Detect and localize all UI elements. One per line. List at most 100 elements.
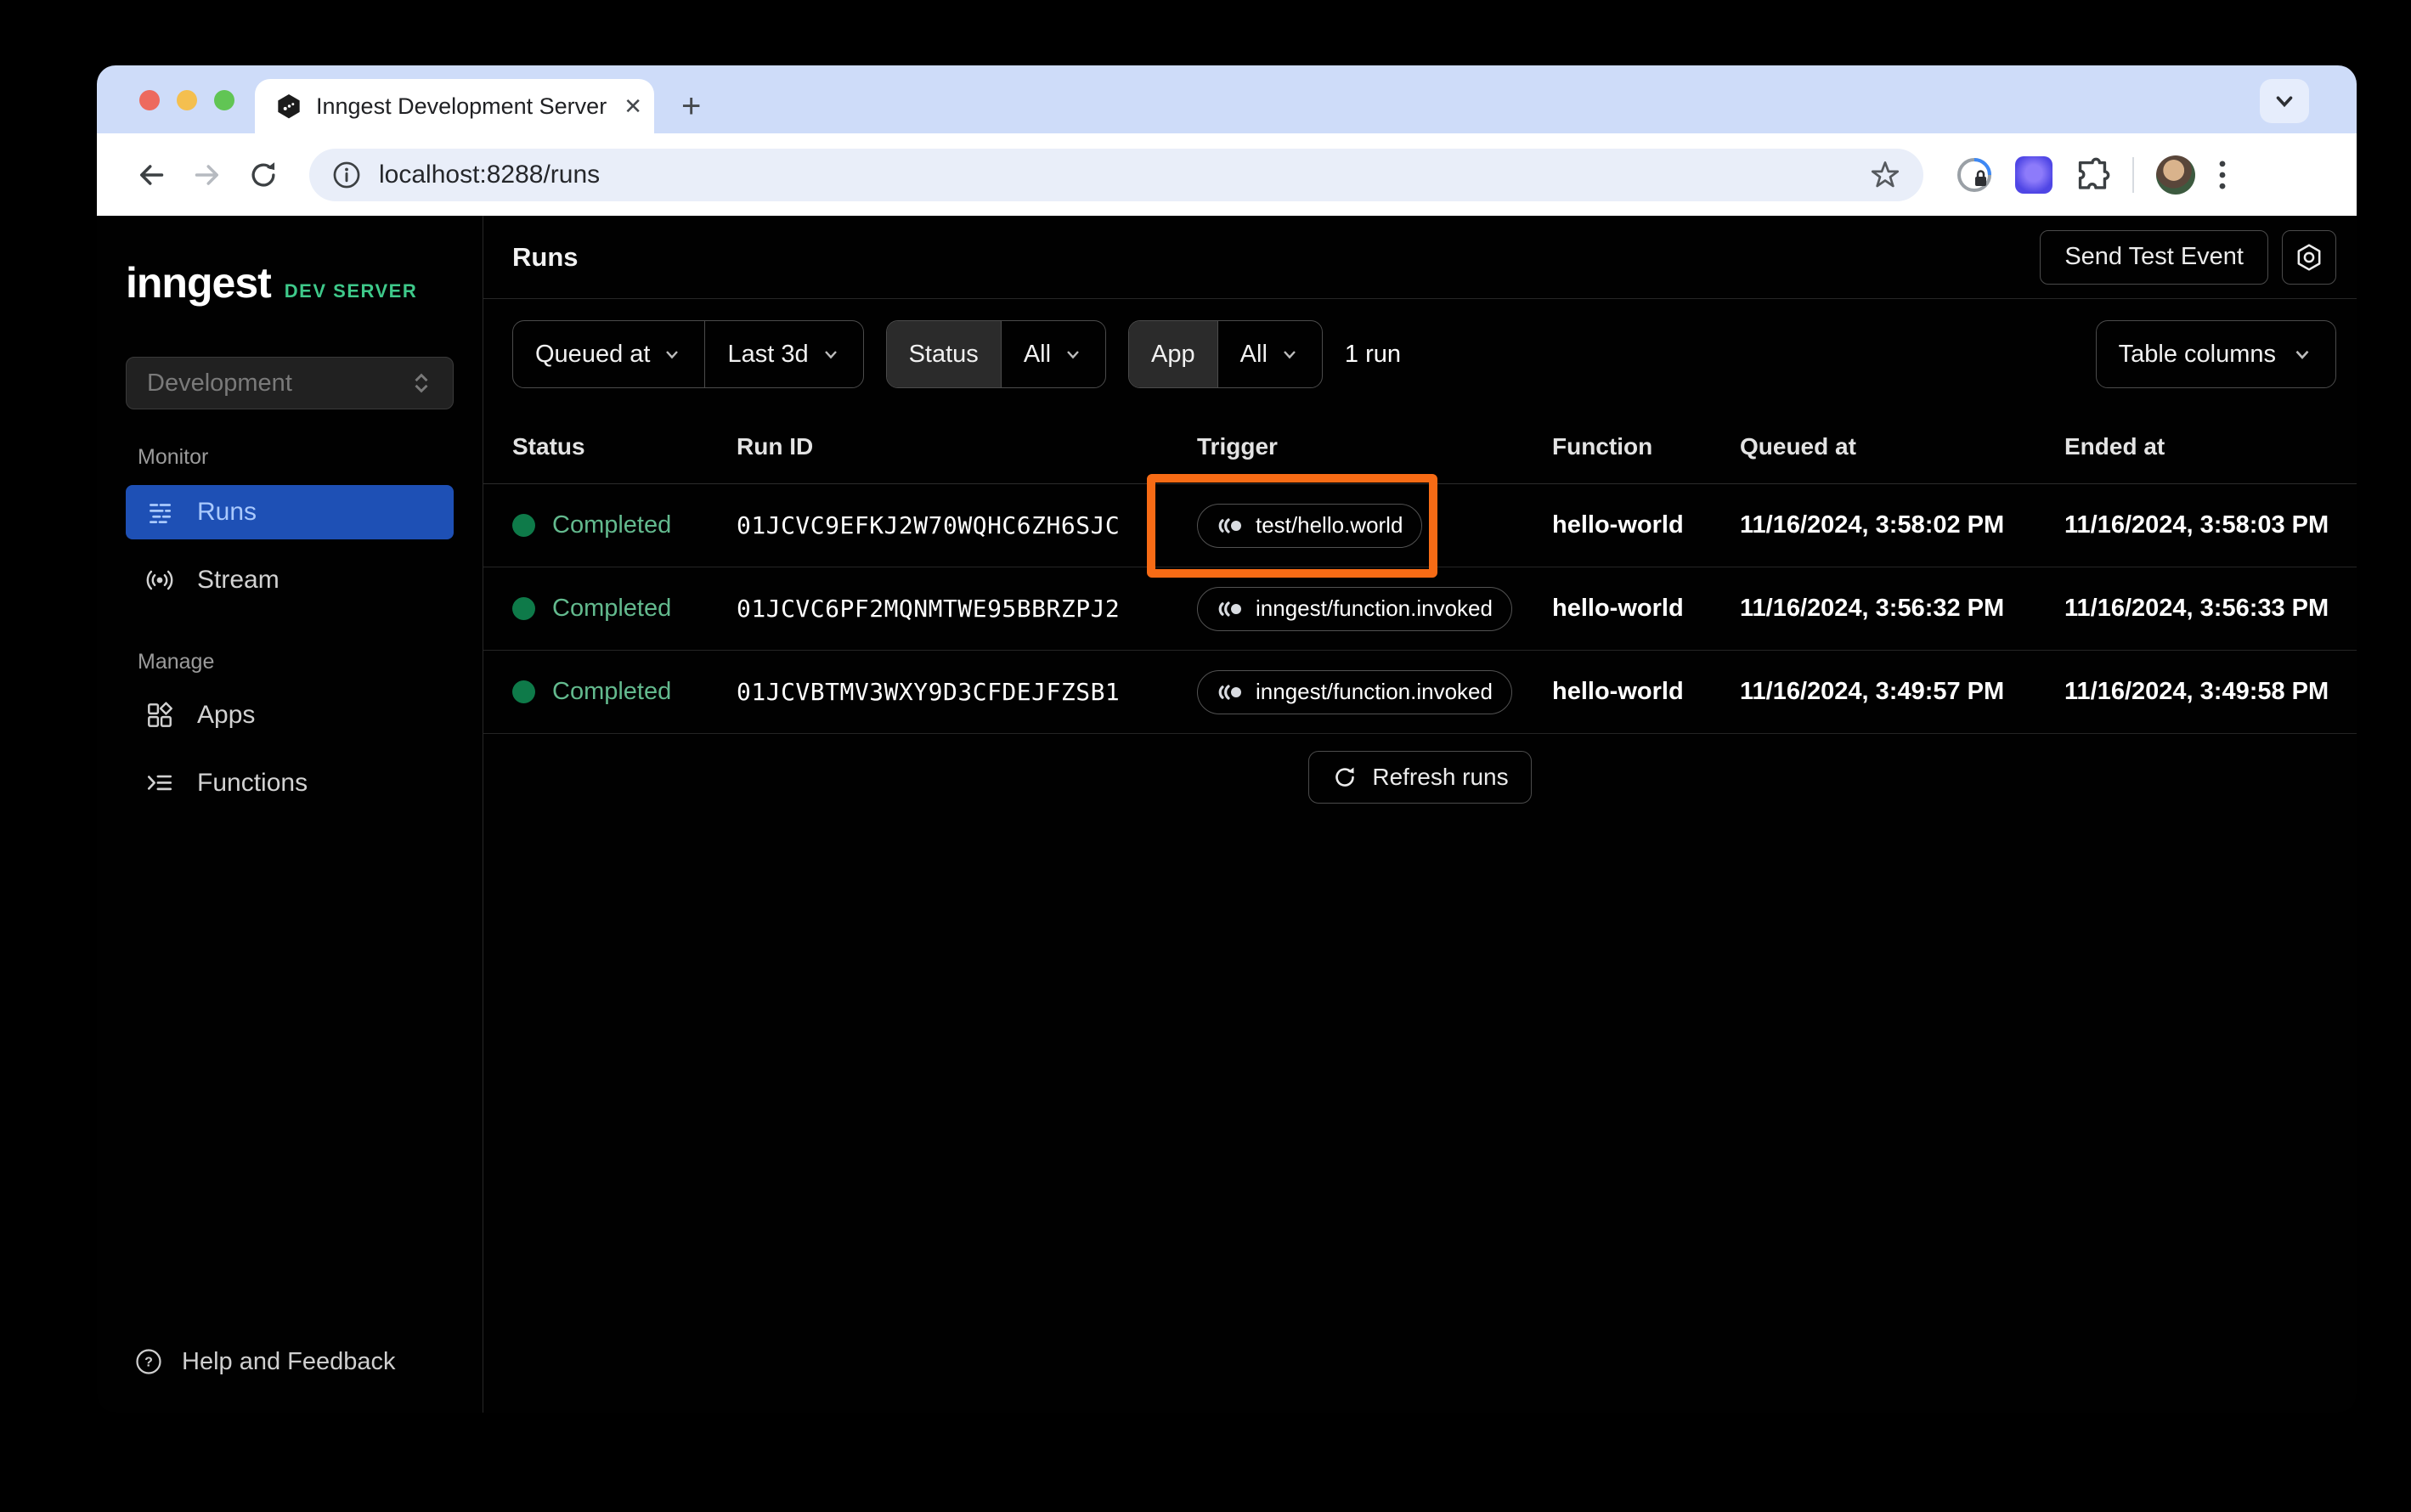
table-row[interactable]: Completed 01JCVC9EFKJ2W70WQHC6ZH6SJC tes… xyxy=(483,484,2357,567)
browser-tab[interactable]: Inngest Development Server ✕ xyxy=(255,79,654,133)
page-header: Runs Send Test Event xyxy=(483,216,2357,299)
run-count: 1 run xyxy=(1344,340,1401,368)
inngest-logo: inngest xyxy=(126,259,272,307)
inngest-app: inngest DEV SERVER Development Monitor R… xyxy=(97,216,2357,1413)
ended-at: 11/16/2024, 3:58:03 PM xyxy=(2064,511,2329,539)
app-filter-value: All xyxy=(1239,340,1268,368)
tab-close-icon[interactable]: ✕ xyxy=(620,93,646,120)
functions-icon xyxy=(144,768,175,798)
site-info-icon[interactable] xyxy=(331,160,362,190)
sidebar-item-stream[interactable]: Stream xyxy=(126,553,454,607)
sidebar: inngest DEV SERVER Development Monitor R… xyxy=(97,216,483,1413)
help-icon: ? xyxy=(134,1347,163,1376)
refresh-icon xyxy=(1335,767,1355,787)
trigger-badge[interactable]: inngest/function.invoked xyxy=(1197,669,1512,714)
table-row[interactable]: Completed 01JCVBTMV3WXY9D3CFDEJFZSB1 inn… xyxy=(483,651,2357,734)
send-test-event-button[interactable]: Send Test Event xyxy=(2040,229,2268,285)
password-manager-extension-icon[interactable] xyxy=(1956,156,1993,194)
status-filter-value: All xyxy=(1023,340,1052,368)
reload-icon[interactable] xyxy=(240,151,287,199)
queued-at: 11/16/2024, 3:49:57 PM xyxy=(1740,678,2005,705)
maximize-window-button[interactable] xyxy=(214,90,234,110)
refresh-runs-button[interactable]: Refresh runs xyxy=(1308,751,1532,804)
function-name: hello-world xyxy=(1552,511,1684,539)
function-name: hello-world xyxy=(1552,595,1684,622)
help-and-feedback[interactable]: ? Help and Feedback xyxy=(126,1334,454,1389)
time-range-dropdown[interactable]: Last 3d xyxy=(704,321,862,387)
table-columns-dropdown[interactable]: Table columns xyxy=(2095,320,2336,388)
function-name: hello-world xyxy=(1552,678,1684,705)
trigger-badge[interactable]: inngest/function.invoked xyxy=(1197,586,1512,631)
browser-tabstrip: Inngest Development Server ✕ + xyxy=(97,65,2357,133)
help-label: Help and Feedback xyxy=(182,1347,396,1375)
time-filter: Queued at Last 3d xyxy=(512,320,864,388)
environment-select[interactable]: Development xyxy=(126,357,454,409)
stream-icon xyxy=(144,565,175,595)
back-icon[interactable] xyxy=(127,151,175,199)
app-filter-dropdown[interactable]: All xyxy=(1217,321,1322,387)
sidebar-item-apps[interactable]: Apps xyxy=(126,688,454,742)
app-filter: App All xyxy=(1128,320,1323,388)
url-text[interactable]: localhost:8288/runs xyxy=(379,161,1852,189)
column-header-function: Function xyxy=(1552,432,1653,460)
status-text: Completed xyxy=(552,511,672,539)
status-dot xyxy=(512,514,535,537)
sidebar-item-label: Apps xyxy=(197,701,256,729)
updown-chevron-icon xyxy=(415,373,428,393)
status-dot xyxy=(512,597,535,620)
forward-icon[interactable] xyxy=(184,151,231,199)
sidebar-item-runs[interactable]: Runs xyxy=(126,485,454,539)
run-id[interactable]: 01JCVBTMV3WXY9D3CFDEJFZSB1 xyxy=(737,678,1197,706)
apps-icon xyxy=(144,700,175,731)
sidebar-item-functions[interactable]: Functions xyxy=(126,756,454,810)
column-header-queued-at: Queued at xyxy=(1740,432,1856,460)
main-content: Runs Send Test Event Queued at Last 3d S… xyxy=(483,216,2357,1413)
minimize-window-button[interactable] xyxy=(177,90,197,110)
inngest-favicon-icon xyxy=(275,93,302,120)
environment-value: Development xyxy=(147,369,292,397)
settings-button[interactable] xyxy=(2282,229,2336,285)
column-header-ended-at: Ended at xyxy=(2064,432,2165,460)
address-bar[interactable]: localhost:8288/runs xyxy=(309,148,1923,201)
tab-title: Inngest Development Server xyxy=(316,93,607,119)
event-broadcast-icon xyxy=(1218,684,1241,700)
status-filter-label: Status xyxy=(886,321,1001,387)
new-tab-button[interactable]: + xyxy=(681,89,701,123)
dev-server-badge: DEV SERVER xyxy=(284,280,418,302)
status-label-text: Status xyxy=(908,340,979,368)
run-id[interactable]: 01JCVC9EFKJ2W70WQHC6ZH6SJC xyxy=(737,511,1197,539)
section-label-monitor: Monitor xyxy=(138,445,209,469)
queued-at: 11/16/2024, 3:58:02 PM xyxy=(1740,511,2005,539)
runs-icon xyxy=(144,497,175,528)
chevron-down-icon xyxy=(1284,351,1296,359)
page-title: Runs xyxy=(512,241,579,272)
table-row[interactable]: Completed 01JCVC6PF2MQNMTWE95BBRZPJ2 inn… xyxy=(483,567,2357,651)
column-header-status: Status xyxy=(512,432,585,460)
ended-at: 11/16/2024, 3:49:58 PM xyxy=(2064,678,2329,705)
table-columns-label: Table columns xyxy=(2118,340,2276,368)
app-filter-label: App xyxy=(1129,321,1217,387)
trigger-badge[interactable]: test/hello.world xyxy=(1197,503,1423,548)
tab-search-chevron-icon[interactable] xyxy=(2260,79,2309,123)
column-header-run-id: Run ID xyxy=(737,432,814,460)
profile-avatar[interactable] xyxy=(2156,155,2195,195)
refresh-runs-label: Refresh runs xyxy=(1372,764,1509,790)
close-window-button[interactable] xyxy=(139,90,160,110)
extensions-puzzle-icon[interactable] xyxy=(2075,157,2110,193)
sidebar-item-label: Functions xyxy=(197,769,308,797)
run-id[interactable]: 01JCVC6PF2MQNMTWE95BBRZPJ2 xyxy=(737,595,1197,623)
toolbar-divider xyxy=(2132,156,2134,193)
time-field-label: Queued at xyxy=(535,340,651,368)
purple-extension-icon[interactable] xyxy=(2015,155,2052,194)
status-filter-dropdown[interactable]: All xyxy=(1000,321,1105,387)
chevron-down-icon xyxy=(2295,350,2309,359)
filter-bar: Queued at Last 3d Status All App All 1 r… xyxy=(483,299,2357,409)
time-field-dropdown[interactable]: Queued at xyxy=(513,321,704,387)
browser-menu-kebab-icon[interactable] xyxy=(2217,157,2227,193)
bookmark-star-icon[interactable] xyxy=(1869,159,1901,191)
ended-at: 11/16/2024, 3:56:33 PM xyxy=(2064,595,2329,622)
gear-icon xyxy=(2297,243,2321,271)
chevron-down-icon xyxy=(824,351,837,359)
table-header-row: Status Run ID Trigger Function Queued at… xyxy=(483,409,2357,484)
column-header-trigger: Trigger xyxy=(1197,432,1278,460)
